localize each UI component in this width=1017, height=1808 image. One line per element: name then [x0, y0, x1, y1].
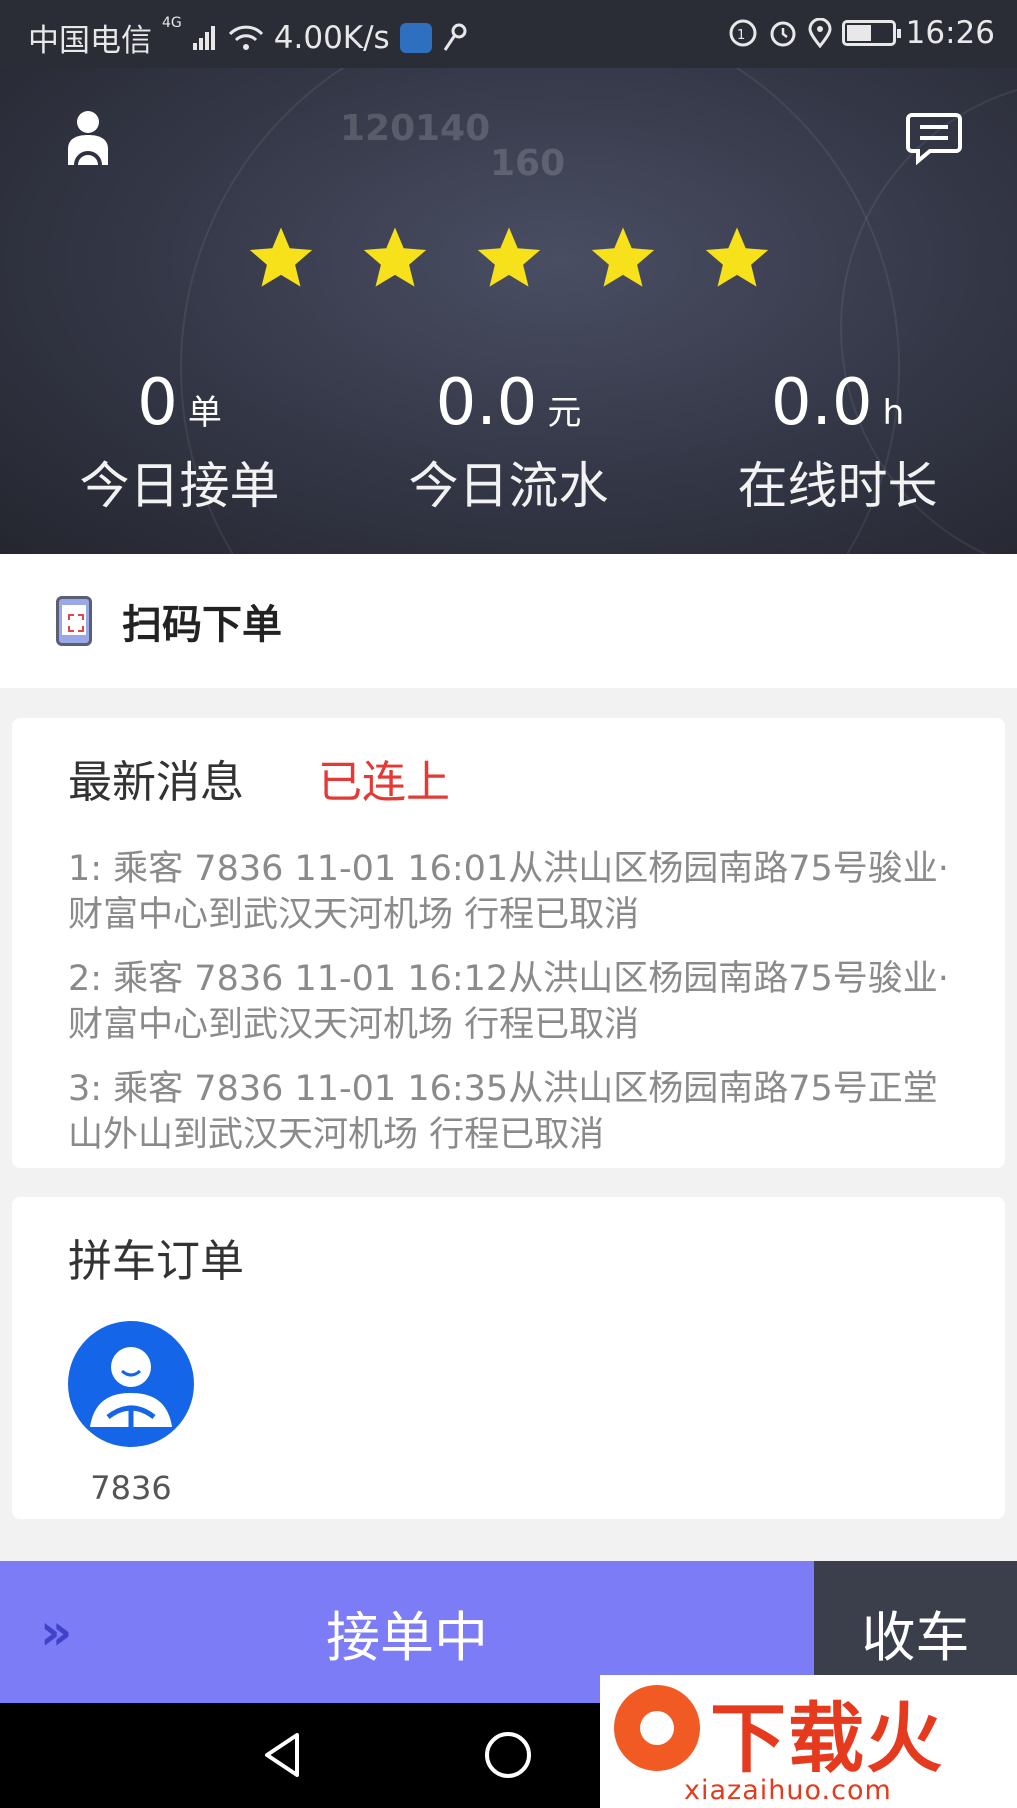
stat-unit: 单: [187, 393, 222, 433]
connection-status: 已连上: [318, 757, 450, 808]
phone-scan-icon: [56, 596, 92, 646]
watermark-url: xiazaihuo.com: [684, 1775, 892, 1806]
clock: 16:26: [905, 15, 995, 51]
latest-messages-card: 最新消息 已连上 1: 乘客 7836 11-01 16:01从洪山区杨园南路7…: [12, 718, 1005, 1168]
scan-order-button[interactable]: 扫码下单: [0, 554, 1017, 688]
key-icon: [442, 23, 468, 53]
battery-icon: [841, 20, 901, 46]
rating-stars: [0, 223, 1017, 295]
driver-profile-icon[interactable]: [58, 108, 118, 168]
star-icon: [477, 227, 540, 287]
message-item: 1: 乘客 7836 11-01 16:01从洪山区杨园南路75号骏业·财富中心…: [68, 849, 949, 935]
dial-number: 160: [490, 143, 566, 184]
message-item: 2: 乘客 7836 11-01 16:12从洪山区杨园南路75号骏业·财富中心…: [68, 959, 949, 1045]
messages-title: 最新消息: [68, 757, 244, 808]
wifi-icon: [228, 24, 264, 52]
dashboard-header: 120 140 160 0单 今日接单 0.0 元 今日流水 0.0 h 在线时长: [0, 68, 1017, 554]
location-icon: [808, 18, 832, 48]
stat-value: 0: [137, 366, 178, 440]
star-icon: [705, 227, 768, 287]
dial-number: 120: [340, 108, 416, 149]
back-icon[interactable]: [253, 1725, 313, 1785]
star-icon: [249, 227, 312, 287]
stat-today-revenue: 0.0 元 今日流水: [339, 368, 678, 518]
stat-label: 今日流水: [408, 457, 609, 515]
message-icon[interactable]: [904, 108, 964, 168]
signal-icon: [192, 25, 218, 51]
stat-unit: 元: [547, 393, 582, 433]
alarm-icon: [768, 18, 798, 48]
watermark-logo: 下载火 xiazaihuo.com: [600, 1675, 1017, 1808]
message-item: 3: 乘客 7836 11-01 16:35从洪山区杨园南路75号正堂山外山到武…: [68, 1069, 938, 1155]
accepting-orders-label: 接单中: [326, 1605, 488, 1669]
stat-online-hours: 0.0 h 在线时长: [668, 368, 1007, 518]
flame-logo-icon: [614, 1685, 700, 1771]
stat-value: 0.0: [770, 366, 873, 440]
scan-order-label: 扫码下单: [122, 602, 282, 648]
home-icon[interactable]: [478, 1725, 538, 1785]
stat-label: 今日接单: [79, 457, 280, 515]
star-icon: [591, 227, 654, 287]
carpool-title: 拼车订单: [68, 1236, 244, 1287]
data-saver-icon: 1: [728, 18, 758, 48]
app-notification-icon: [399, 22, 432, 53]
carrier-name: 中国电信: [28, 23, 152, 59]
stat-today-orders: 0单 今日接单: [10, 368, 349, 518]
dial-number: 140: [415, 108, 491, 149]
carpool-orders-card: 拼车订单 7836: [12, 1197, 1005, 1519]
passenger-avatar-icon[interactable]: [68, 1321, 194, 1447]
stat-label: 在线时长: [737, 457, 938, 515]
svg-text:1: 1: [737, 28, 745, 43]
star-icon: [363, 227, 426, 287]
network-speed: 4.00K/s: [273, 19, 390, 56]
network-type: 4G: [162, 15, 182, 31]
status-bar: 中国电信 4G 4.00K/s 1 16:26: [0, 0, 1017, 68]
message-list: 1: 乘客 7836 11-01 16:01从洪山区杨园南路75号骏业·财富中心…: [68, 846, 968, 1176]
passenger-id: 7836: [90, 1469, 172, 1507]
stat-value: 0.0: [435, 366, 538, 440]
stat-unit: h: [882, 393, 905, 433]
watermark-brand: 下载火: [710, 1694, 944, 1783]
